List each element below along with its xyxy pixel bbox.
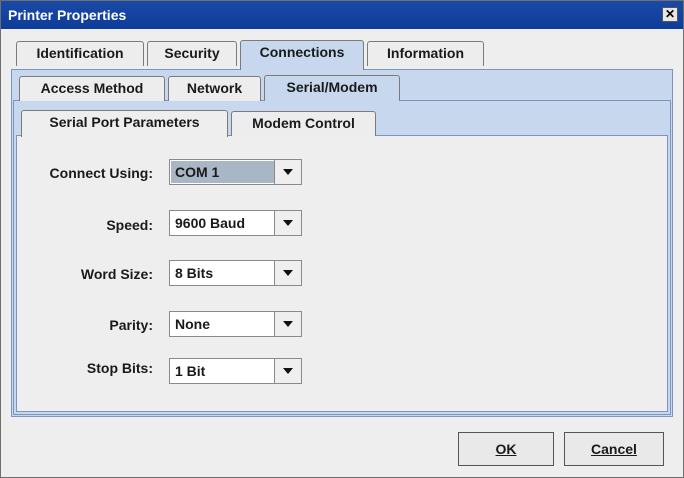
chevron-down-icon [283,368,293,374]
tab-network[interactable]: Network [168,76,261,101]
dropdown-button[interactable] [274,211,301,235]
tab-label: Information [387,45,464,61]
word-size-select[interactable]: 8 Bits [169,260,302,286]
tab-label: Connections [259,44,345,60]
tab-information[interactable]: Information [367,41,484,66]
ok-label: OK [495,441,517,457]
tab-label: Access Method [40,80,144,96]
cancel-button[interactable]: Cancel [564,432,664,466]
chevron-down-icon [283,220,293,226]
tab-security[interactable]: Security [147,41,237,66]
tab-connections[interactable]: Connections [240,40,364,70]
chevron-down-icon [283,270,293,276]
ok-button[interactable]: OK [458,432,554,466]
close-icon: ✕ [664,7,676,21]
tab-label: Modem Control [252,115,355,131]
speed-value: 9600 Baud [175,215,246,231]
parity-select[interactable]: None [169,311,302,337]
tab-serial-port-parameters[interactable]: Serial Port Parameters [21,110,228,137]
tab-serial-modem[interactable]: Serial/Modem [264,75,400,101]
word-size-value: 8 Bits [175,265,214,281]
tab-label: Network [186,80,243,96]
dropdown-button[interactable] [274,160,301,184]
word-size-label: Word Size: [80,266,153,282]
tab-modem-control[interactable]: Modem Control [231,111,376,136]
window-title: Printer Properties [8,7,127,23]
parity-label: Parity: [109,317,153,333]
tab-label: Security [164,45,220,61]
connect-using-value: COM 1 [175,164,220,180]
tab-identification[interactable]: Identification [16,41,144,66]
printer-properties-dialog: Printer Properties ✕ Identification Secu… [0,0,684,478]
title-bar[interactable]: Printer Properties ✕ [1,1,683,29]
dropdown-button[interactable] [274,359,301,383]
tab-label: Serial Port Parameters [49,114,200,130]
tab-access-method[interactable]: Access Method [19,76,165,101]
tab-label: Identification [36,45,124,61]
speed-label: Speed: [106,217,153,233]
close-button[interactable]: ✕ [662,7,678,22]
connect-using-label: Connect Using: [49,165,153,181]
connect-using-select[interactable]: COM 1 [169,159,302,185]
tab-label: Serial/Modem [286,79,378,95]
dropdown-button[interactable] [274,312,301,336]
dropdown-button[interactable] [274,261,301,285]
parity-value: None [175,316,210,332]
chevron-down-icon [283,321,293,327]
stop-bits-label: Stop Bits: [86,360,153,376]
chevron-down-icon [283,169,293,175]
stop-bits-select[interactable]: 1 Bit [169,358,302,384]
speed-select[interactable]: 9600 Baud [169,210,302,236]
stop-bits-value: 1 Bit [175,363,206,379]
cancel-label: Cancel [591,441,637,457]
